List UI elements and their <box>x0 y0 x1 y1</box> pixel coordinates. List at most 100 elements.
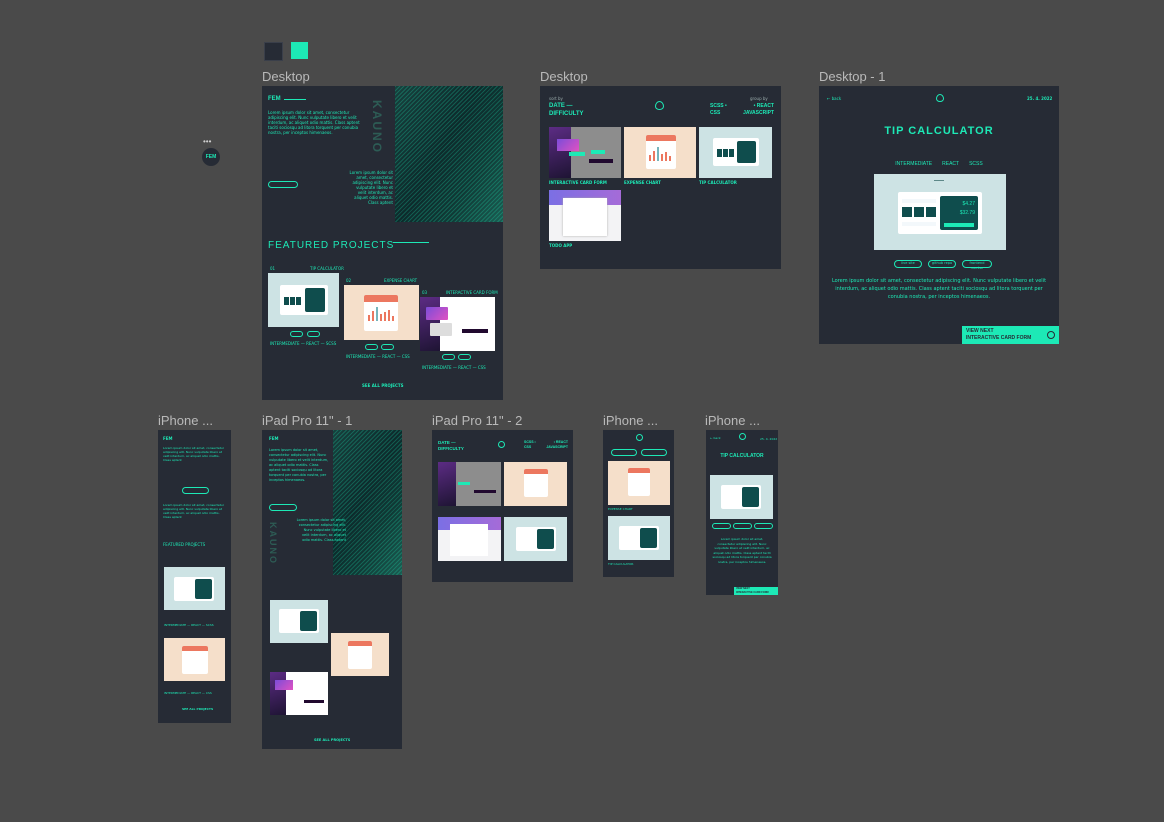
frame-iphone-detail[interactable]: ← back 25. 4. 2022 TIP CALCULATOR Lorem … <box>706 430 778 595</box>
frame-iphone-projects[interactable]: EXPENSE CHART TIP CALCULATOR <box>603 430 674 577</box>
back-link[interactable]: ← back <box>827 96 841 101</box>
frame-label-ipad-home[interactable]: iPad Pro 11" - 1 <box>262 413 352 428</box>
live-button[interactable] <box>365 344 378 350</box>
home-icon[interactable] <box>739 433 746 440</box>
arrow-right-icon <box>1047 331 1055 339</box>
project-name[interactable]: EXPENSE CHART <box>384 278 417 283</box>
frame-desktop-detail[interactable]: ← back 25. 4. 2022 TIP CALCULATOR INTERM… <box>819 86 1059 344</box>
project-card-expense-chart[interactable] <box>608 461 670 505</box>
intro-button[interactable] <box>268 181 298 188</box>
live-button[interactable] <box>442 354 455 360</box>
live-site-button[interactable]: live site <box>894 260 922 268</box>
see-all-projects-link[interactable]: SEE ALL PROJECTS <box>362 383 404 388</box>
view-next-button[interactable]: VIEW NEXT INTERACTIVE CARD FORM <box>962 326 1059 344</box>
card-form-sidebar <box>549 127 571 178</box>
project-thumb-card-form[interactable] <box>420 297 495 351</box>
expense-preview <box>628 468 650 496</box>
project-title: TIP CALCULATOR <box>884 125 994 137</box>
frame-desktop-home[interactable]: KAUNO FEM Lorem ipsum dolor sit amet, co… <box>262 86 503 400</box>
repo-button[interactable] <box>381 344 394 350</box>
intro-button[interactable] <box>269 504 297 511</box>
project-thumb-tip-calculator[interactable] <box>270 600 328 643</box>
project-card-interactive-card-form[interactable] <box>438 462 501 506</box>
logo[interactable]: FEM <box>268 96 281 102</box>
project-card-todo-app[interactable] <box>438 517 501 561</box>
expense-balance-bar <box>646 135 676 141</box>
project-card-tip-calculator[interactable] <box>699 127 772 178</box>
repo-button[interactable] <box>458 354 471 360</box>
group-by-right[interactable]: • REACT JAVASCRIPT <box>540 440 568 450</box>
project-card-todo-app[interactable] <box>549 190 621 241</box>
project-thumb-expense-chart[interactable] <box>344 285 419 340</box>
frontend-mentor-button[interactable] <box>754 523 773 529</box>
frontend-mentor-button[interactable]: frontend mentor <box>962 260 992 270</box>
view-next-project: INTERACTIVE CARD FORM <box>966 335 1032 341</box>
sort-by-value[interactable]: DATE — DIFFICULTY <box>549 102 599 118</box>
frame-label-desktop-detail[interactable]: Desktop - 1 <box>819 69 885 84</box>
color-swatch-accent[interactable] <box>291 42 308 59</box>
project-thumb-expense-chart[interactable] <box>164 638 225 681</box>
home-icon[interactable] <box>655 101 664 110</box>
frame-desktop-projects[interactable]: sort by DATE — DIFFICULTY group by SCSS … <box>540 86 781 269</box>
frame-label-iphone-projects[interactable]: iPhone ... <box>603 413 658 428</box>
live-site-button[interactable] <box>712 523 731 529</box>
project-name[interactable]: TIP CALCULATOR <box>310 266 344 271</box>
project-thumb-expense-chart[interactable] <box>331 633 389 676</box>
home-icon[interactable] <box>936 94 944 102</box>
frame-ipad-projects[interactable]: DATE — DIFFICULTY SCSS • CSS • REACT JAV… <box>432 430 573 582</box>
live-button[interactable] <box>290 331 303 337</box>
see-all-projects-link[interactable]: SEE ALL PROJECTS <box>182 707 213 712</box>
view-next-label: VIEW NEXT <box>736 587 750 590</box>
fem-avatar[interactable]: FEM <box>202 148 220 166</box>
sort-dropdown[interactable] <box>611 449 637 456</box>
home-icon[interactable] <box>636 434 643 441</box>
project-card-tip-calculator[interactable] <box>608 516 670 560</box>
project-card-interactive-card-form[interactable] <box>549 127 621 178</box>
logo[interactable]: FEM <box>269 436 278 441</box>
frame-label-iphone-detail[interactable]: iPhone ... <box>705 413 760 428</box>
frame-label-iphone-home[interactable]: iPhone ... <box>158 413 213 428</box>
card-highlight <box>591 150 605 154</box>
frame-ipad-home[interactable]: KAUNO FEM Lorem ipsum dolor sit amet, co… <box>262 430 402 749</box>
project-card-expense-chart[interactable] <box>624 127 696 178</box>
group-by-left[interactable]: SCSS • CSS <box>524 440 538 450</box>
group-by-left[interactable]: SCSS • CSS <box>710 103 730 117</box>
group-by-right[interactable]: • REACT JAVASCRIPT <box>734 103 774 117</box>
view-next-button[interactable]: VIEW NEXT INTERACTIVE CARD FORM <box>734 587 778 595</box>
repo-button[interactable] <box>307 331 320 337</box>
see-all-projects-link[interactable]: SEE ALL PROJECTS <box>314 738 350 743</box>
project-card-expense-chart[interactable] <box>504 462 567 506</box>
expense-balance-bar <box>182 646 208 651</box>
group-dropdown[interactable] <box>641 449 667 456</box>
calc-result-panel <box>537 529 554 549</box>
frame-label-desktop-projects[interactable]: Desktop <box>540 69 588 84</box>
home-icon[interactable] <box>498 441 505 448</box>
calc-preview <box>280 285 328 315</box>
back-link[interactable]: ← back <box>710 436 721 441</box>
view-next-project: INTERACTIVE CARD FORM <box>736 591 769 594</box>
frame-iphone-home[interactable]: FEM Lorem ipsum dolor sit amet, consecte… <box>158 430 231 723</box>
project-thumb-tip-calculator[interactable] <box>268 273 339 327</box>
sort-by-value[interactable]: DATE — DIFFICULTY <box>438 440 478 452</box>
intro-button[interactable] <box>182 487 209 494</box>
github-repo-button[interactable]: github repo <box>928 260 956 268</box>
frame-label-ipad-projects[interactable]: iPad Pro 11" - 2 <box>432 413 522 428</box>
project-preview: $4.27 $32.79 <box>874 174 1006 250</box>
color-swatch-dark[interactable] <box>264 42 283 61</box>
project-tags: INTERMEDIATE — REACT — SCSS <box>270 341 337 346</box>
project-name[interactable]: INTERACTIVE CARD FORM <box>446 290 498 295</box>
expense-preview <box>364 295 398 331</box>
vertical-title: KAUNO <box>268 522 278 565</box>
confirm-button <box>589 159 613 163</box>
frame-label-desktop-home[interactable]: Desktop <box>262 69 310 84</box>
project-thumb-tip-calculator[interactable] <box>164 567 225 610</box>
fem-avatar-label: FEM <box>205 154 217 160</box>
project-thumb-card-form[interactable] <box>270 672 328 715</box>
github-repo-button[interactable] <box>733 523 752 529</box>
project-card-tip-calculator[interactable] <box>504 517 567 561</box>
calc-result-panel <box>300 611 317 631</box>
logo[interactable]: FEM <box>163 436 172 441</box>
project-tags: INTERMEDIATE — REACT — CSS <box>164 691 212 695</box>
project-card-title: TODO APP <box>549 243 573 248</box>
card-form-sidebar <box>438 462 456 506</box>
